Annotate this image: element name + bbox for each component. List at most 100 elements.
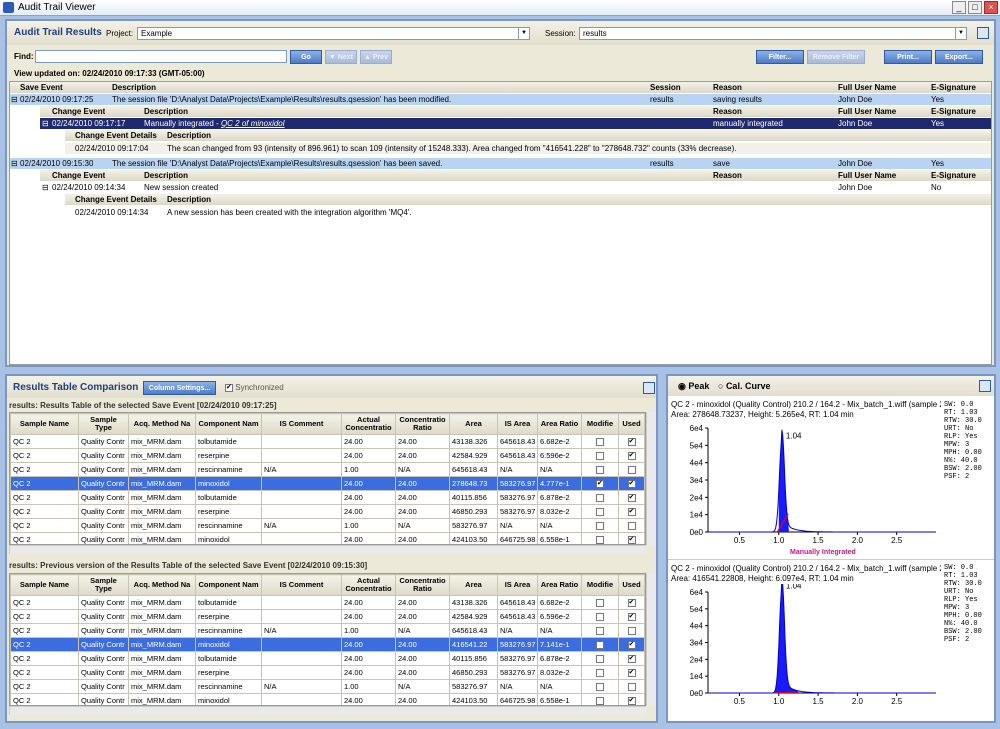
column-header[interactable]: IS Comment: [261, 574, 342, 596]
checkbox: [627, 451, 636, 460]
maximize-pane-icon[interactable]: [643, 382, 655, 394]
detail-header: Change Event Details Description: [65, 130, 991, 141]
maximize-pane-icon[interactable]: [979, 380, 991, 392]
find-input[interactable]: [35, 50, 287, 63]
column-header[interactable]: Sample Type: [78, 574, 129, 596]
column-header[interactable]: Concentratio Ratio: [395, 413, 450, 435]
column-header[interactable]: Component Nam: [195, 413, 262, 435]
column-header[interactable]: Modifie: [581, 413, 619, 435]
cal-curve-radio[interactable]: ○ Cal. Curve: [718, 381, 770, 391]
audit-grid-header: Save Event Description Session Reason Fu…: [10, 82, 991, 93]
change-event-row[interactable]: ⊟ 02/24/2010 09:14:34 New session create…: [40, 182, 991, 193]
change-event-row[interactable]: ⊟ 02/24/2010 09:17:17 Manually integrate…: [40, 118, 991, 129]
column-header[interactable]: Actual Concentratio: [341, 413, 396, 435]
table-row[interactable]: QC 2 Quality Contr mix_MRM.dam reserpine 24.…: [10, 504, 645, 519]
results-comparison-pane: Results Table Comparison Column Settings…: [5, 374, 658, 723]
plot1-params: SW: 0.0 RT: 1.03 RTW: 30.0 URT: No RLP: Yes M…: [944, 401, 982, 481]
column-header[interactable]: Modifie: [581, 574, 619, 596]
column-settings-button[interactable]: Column Settings...: [143, 381, 216, 395]
window-title: Audit Trail Viewer: [18, 2, 96, 13]
plot1-chromatogram[interactable]: 6e4 5e4 4e4 3e4 2e4 1e4 0e0 0.5 1.0 1.5 2.0 2.5 1.04: [668, 420, 943, 560]
prev-button[interactable]: ▲ Prev: [360, 50, 392, 64]
checkbox: [627, 479, 636, 488]
column-header[interactable]: Area Ratio: [537, 413, 582, 435]
table-row[interactable]: QC 2 Quality Contr mix_MRM.dam rescinnamine…: [10, 518, 645, 533]
audit-grid: Save Event Description Session Reason Fu…: [9, 81, 992, 365]
y-tick-label: 1e4: [690, 511, 704, 520]
column-header[interactable]: Used: [618, 413, 645, 435]
horizontal-scrollbar[interactable]: [9, 706, 646, 715]
table-row[interactable]: QC 2 Quality Contr mix_MRM.dam tolbutamide 2…: [10, 595, 645, 610]
table-row[interactable]: QC 2 Quality Contr mix_MRM.dam reserpine 24.…: [10, 665, 645, 680]
column-header[interactable]: Actual Concentratio: [341, 574, 396, 596]
session-select[interactable]: results ▼: [579, 27, 967, 40]
table-row[interactable]: QC 2 Quality Contr mix_MRM.dam rescinnamine…: [10, 679, 645, 694]
go-button[interactable]: Go: [290, 50, 322, 64]
table-row[interactable]: QC 2 Quality Contr mix_MRM.dam reserpine 24.…: [10, 448, 645, 463]
param-text: RTW: 30.0: [944, 417, 982, 425]
column-header[interactable]: Component Nam: [195, 574, 262, 596]
checkbox: [596, 508, 604, 516]
table-row[interactable]: QC 2 Quality Contr mix_MRM.dam rescinnamine…: [10, 462, 645, 477]
table-row[interactable]: QC 2 Quality Contr mix_MRM.dam minoxidol 24.…: [10, 532, 645, 544]
column-header[interactable]: Acq. Method Na: [128, 574, 196, 596]
plot2-chromatogram[interactable]: 6e4 5e4 4e4 3e4 2e4 1e4 0e0 0.5 1.0 1.5 2.0 2.5 1.04: [668, 584, 943, 721]
checkbox: [596, 479, 604, 488]
column-header[interactable]: Concentratio Ratio: [395, 574, 450, 596]
checkbox: [596, 452, 604, 460]
checkbox: [596, 641, 604, 649]
maximize-button[interactable]: □: [968, 1, 982, 14]
project-select[interactable]: Example ▼: [137, 27, 530, 40]
column-header[interactable]: Used: [618, 574, 645, 596]
table-row[interactable]: QC 2 Quality Contr mix_MRM.dam rescinnamine…: [10, 623, 645, 638]
x-tick-label: 0.5: [734, 536, 746, 545]
synchronized-checkbox[interactable]: Synchronized: [225, 383, 284, 392]
close-button[interactable]: ×: [984, 1, 998, 14]
save-event-row[interactable]: ⊟ 02/24/2010 09:17:25 The session file '…: [10, 94, 991, 105]
table-row[interactable]: QC 2 Quality Contr mix_MRM.dam reserpine 24.…: [10, 609, 645, 624]
horizontal-scrollbar[interactable]: [9, 545, 646, 554]
table-row[interactable]: QC 2 Quality Contr mix_MRM.dam minoxidol 24.…: [10, 476, 645, 491]
vertical-scrollbar[interactable]: [646, 573, 656, 706]
detail-header: Change Event Details Description: [65, 194, 991, 205]
previous-results-table-wrap: Sample Name Sample Type Acq. Method Na Comp…: [9, 573, 646, 706]
plot2-params: SW: 0.0 RT: 1.03 RTW: 30.0 URT: No RLP: Yes M…: [944, 564, 982, 644]
remove-filter-button[interactable]: Remove Filter: [807, 50, 865, 64]
print-button[interactable]: Print...: [884, 50, 932, 64]
audit-title: Audit Trail Results: [14, 27, 102, 38]
column-header[interactable]: Sample Name: [10, 574, 79, 596]
qc2-link[interactable]: QC 2 of minoxidol: [221, 119, 285, 128]
table-row[interactable]: QC 2 Quality Contr mix_MRM.dam tolbutamide 2…: [10, 490, 645, 505]
checkbox: [627, 683, 636, 691]
previous-table-caption: results: Previous version of the Results…: [9, 561, 368, 570]
table-row[interactable]: QC 2 Quality Contr mix_MRM.dam tolbutamide 2…: [10, 651, 645, 666]
y-tick-label: 2e4: [690, 655, 704, 664]
column-header[interactable]: Sample Name: [10, 413, 79, 435]
maximize-pane-icon[interactable]: [977, 27, 989, 39]
next-button[interactable]: ▼ Next: [325, 50, 357, 64]
export-button[interactable]: Export...: [935, 50, 983, 64]
find-label: Find:: [14, 52, 34, 61]
column-header[interactable]: Acq. Method Na: [128, 413, 196, 435]
checkbox: [596, 655, 604, 663]
filter-button[interactable]: Filter...: [756, 50, 804, 64]
table-row[interactable]: QC 2 Quality Contr mix_MRM.dam tolbutamide 2…: [10, 434, 645, 449]
column-header[interactable]: Area Ratio: [537, 574, 582, 596]
column-header[interactable]: Area: [449, 413, 498, 435]
column-header[interactable]: IS Area: [497, 574, 538, 596]
project-label: Project:: [106, 29, 134, 38]
param-text: N%: 40.0: [944, 620, 978, 628]
peak-radio[interactable]: ◉ Peak: [678, 381, 709, 392]
save-event-row[interactable]: ⊟ 02/24/2010 09:15:30 The session file '…: [10, 158, 991, 169]
param-text: MPW: 3: [944, 441, 970, 449]
column-header[interactable]: IS Comment: [261, 413, 342, 435]
table-row[interactable]: QC 2 Quality Contr mix_MRM.dam minoxidol 24.…: [10, 637, 645, 652]
column-header[interactable]: IS Area: [497, 413, 538, 435]
column-header[interactable]: Sample Type: [78, 413, 129, 435]
peak-rt-label: 1.04: [786, 432, 802, 441]
change-event-header: Change Event Description Reason Full Use…: [40, 170, 991, 181]
minimize-button[interactable]: _: [952, 1, 966, 14]
column-header[interactable]: Area: [449, 574, 498, 596]
vertical-scrollbar[interactable]: [646, 412, 656, 545]
table-row[interactable]: QC 2 Quality Contr mix_MRM.dam minoxidol 24.…: [10, 693, 645, 705]
